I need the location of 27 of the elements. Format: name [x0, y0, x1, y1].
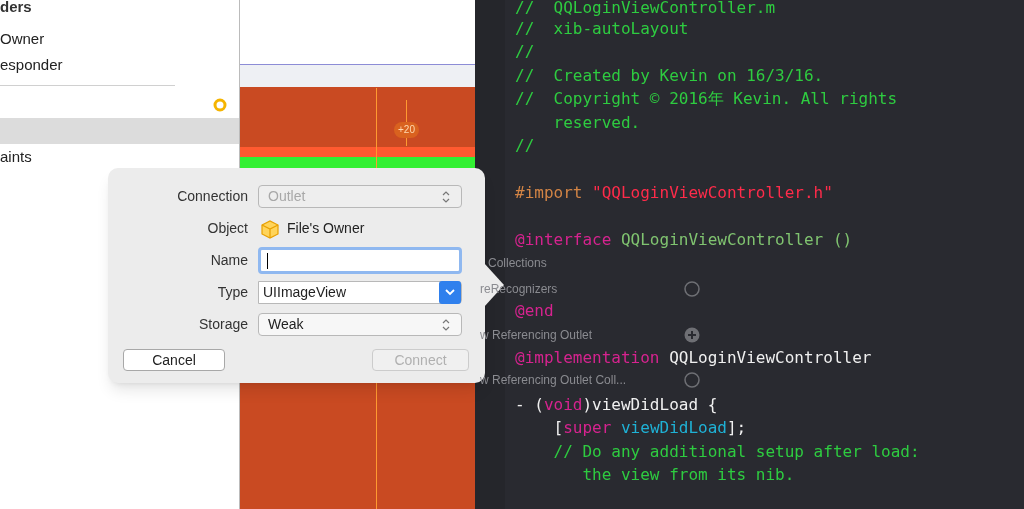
- field-label: Type: [216, 283, 249, 302]
- object-name: File's Owner: [287, 219, 365, 238]
- code-line: the view from its nib.: [581, 465, 795, 484]
- code-line: // Do any additional setup after load:: [552, 441, 920, 461]
- dialog-button[interactable]: Cancel: [123, 349, 225, 371]
- inspector-row-label: w Referencing Outlet Coll...: [480, 373, 627, 387]
- code-line: [super viewDidLoad];: [552, 418, 747, 437]
- code-line: #import "QQLoginViewController.h": [515, 183, 833, 202]
- constraint-badge: +20: [394, 122, 419, 138]
- code-line: - (void)viewDidLoad {: [515, 394, 718, 414]
- field-label: Storage: [197, 315, 249, 334]
- code-line: // Created by Kevin on 16/3/16.: [515, 65, 824, 85]
- type-combo-box[interactable]: UIImageView: [258, 281, 462, 304]
- field-label: Object: [206, 219, 249, 238]
- code-line: @implementation QQLoginViewController: [515, 347, 872, 367]
- inspector-row-label: Collections: [488, 256, 547, 270]
- code-line: @interface QQLoginViewController (): [515, 230, 853, 249]
- code-line: // xib-autoLayout: [515, 18, 689, 38]
- code-line: // Copyright © 2016年 Kevin. All rights: [515, 89, 898, 108]
- code-line: //: [515, 42, 535, 61]
- code-line: //: [515, 136, 535, 155]
- popup-button[interactable]: Weak: [258, 313, 462, 336]
- code-line: // QQLoginViewController.m: [515, 0, 776, 17]
- field-label: Connection: [176, 187, 249, 206]
- code-line: reserved.: [552, 112, 641, 132]
- field-label: Name: [209, 251, 249, 270]
- code-line: @end: [515, 300, 554, 320]
